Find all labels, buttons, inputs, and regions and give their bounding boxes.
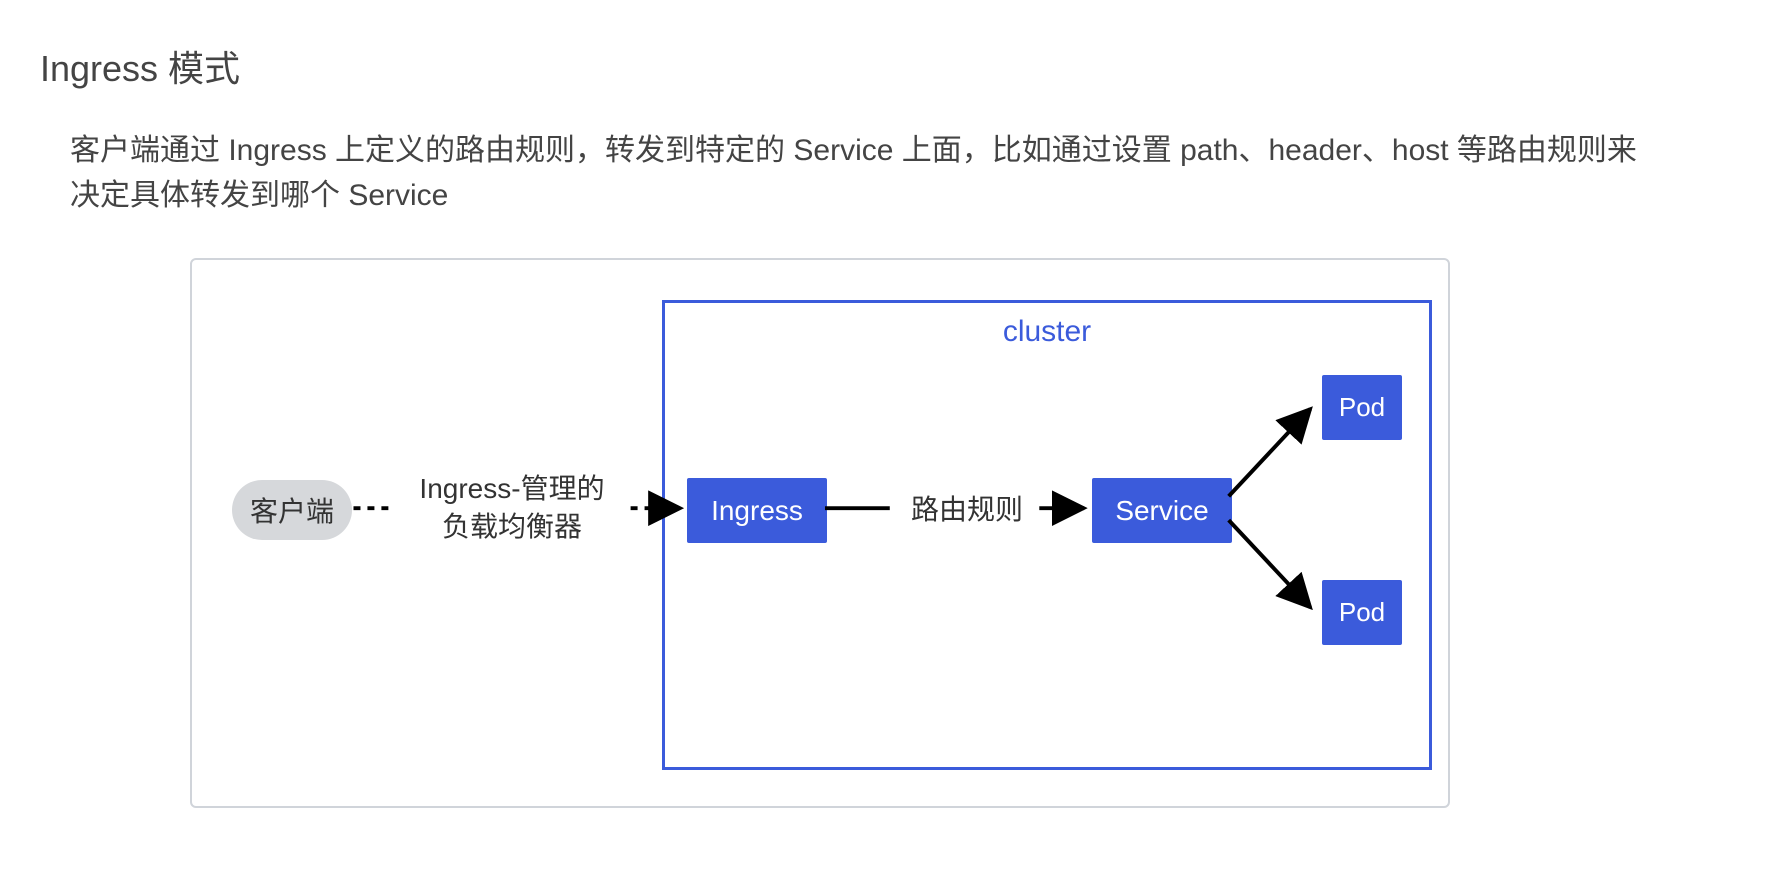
page-description: 客户端通过 Ingress 上定义的路由规则，转发到特定的 Service 上面… — [70, 128, 1650, 218]
pod-node-2: Pod — [1322, 580, 1402, 645]
lb-label-line2: 负载均衡器 — [442, 511, 582, 542]
diagram-outer-frame: cluster 客户端 Ingress-管理的 负载均衡器 Ingress 路由… — [190, 258, 1450, 808]
client-node: 客户端 — [232, 480, 352, 540]
route-rule-label: 路由规则 — [882, 488, 1052, 528]
pod-node-1: Pod — [1322, 375, 1402, 440]
service-node: Service — [1092, 478, 1232, 543]
load-balancer-label: Ingress-管理的 负载均衡器 — [387, 470, 637, 546]
ingress-node: Ingress — [687, 478, 827, 543]
page-title: Ingress 模式 — [40, 40, 1730, 92]
cluster-label: cluster — [665, 315, 1429, 349]
lb-label-line1: Ingress-管理的 — [419, 473, 604, 504]
